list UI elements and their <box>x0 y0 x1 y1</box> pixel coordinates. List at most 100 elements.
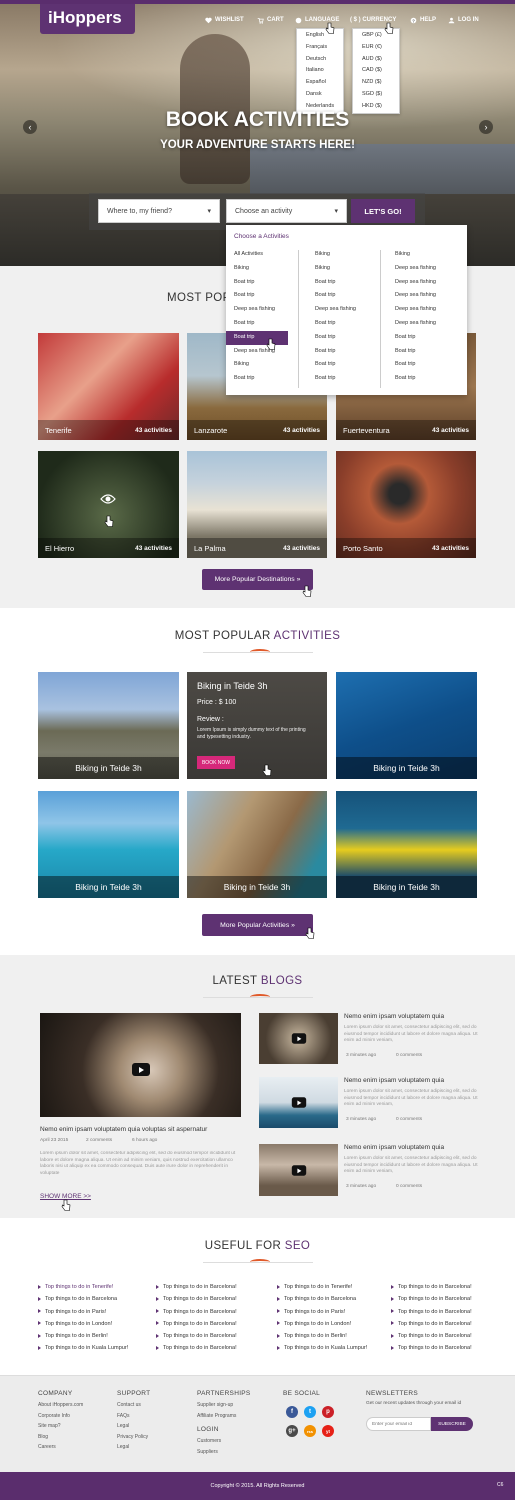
activity-option[interactable]: Boat trip <box>226 317 288 331</box>
footer-link[interactable]: Site map? <box>38 1421 83 1432</box>
language-option[interactable]: Deutsch <box>297 54 343 66</box>
seo-link[interactable]: Top things to do in Barcelona! <box>156 1318 237 1330</box>
currency-option[interactable]: EUR (€) <box>353 42 399 54</box>
activity-select[interactable]: Choose an activity ▾ <box>226 199 347 223</box>
activity-option[interactable]: Deep sea fishing <box>387 317 463 331</box>
seo-link[interactable]: Top things to do in Barcelona! <box>391 1330 472 1342</box>
activity-option[interactable]: Boat trip <box>226 372 288 386</box>
seo-link[interactable]: Top things to do in Barcelona! <box>391 1306 472 1318</box>
more-activities-button[interactable]: More Popular Activities » <box>202 914 313 936</box>
language-option[interactable]: English <box>297 30 343 42</box>
seo-link[interactable]: Top things to do in Barcelona! <box>391 1342 472 1354</box>
activity-option[interactable]: Biking <box>307 248 377 262</box>
seo-link[interactable]: Top things to do in Berlin! <box>277 1330 367 1342</box>
seo-link[interactable]: Top things to do in London! <box>38 1318 128 1330</box>
blog-comments[interactable]: 0 comments <box>396 1053 422 1058</box>
currency-option[interactable]: AUD ($) <box>353 54 399 66</box>
activity-option[interactable]: Boat trip <box>226 289 288 303</box>
footer-link[interactable]: Legal <box>117 1442 150 1453</box>
activity-option[interactable]: Biking <box>226 262 288 276</box>
footer-link[interactable]: Corporate Info <box>38 1411 83 1422</box>
activity-option[interactable]: Biking <box>226 358 288 372</box>
site-logo[interactable]: iHoppers <box>40 4 135 34</box>
footer-link[interactable]: Careers <box>38 1442 83 1453</box>
footer-link[interactable]: Affiliate Programs <box>197 1411 251 1422</box>
language-option[interactable]: Italiano <box>297 65 343 77</box>
activity-option[interactable]: Deep sea fishing <box>226 345 288 359</box>
activity-tile-hover[interactable]: Biking in Teide 3h Price : $ 100 Review … <box>187 672 327 779</box>
activity-option[interactable]: Boat trip <box>387 345 463 359</box>
seo-link[interactable]: Top things to do in Berlin! <box>38 1330 128 1342</box>
activity-option[interactable]: Boat trip <box>307 358 377 372</box>
pinterest-icon[interactable]: p <box>322 1406 334 1418</box>
footer-link[interactable]: Privacy Policy <box>117 1432 150 1443</box>
activity-tile[interactable]: Biking in Teide 3h <box>336 791 477 898</box>
activity-option-highlighted[interactable]: Boat trip <box>226 330 288 345</box>
activity-option[interactable]: Deep sea fishing <box>226 303 288 317</box>
seo-link[interactable]: Top things to do in Barcelona! <box>391 1293 472 1305</box>
activity-option[interactable]: All Activities <box>226 248 288 262</box>
play-icon[interactable] <box>291 1033 307 1044</box>
play-icon[interactable] <box>132 1063 150 1076</box>
seo-link[interactable]: Top things to do in Paris! <box>277 1306 367 1318</box>
nav-help[interactable]: ? HELP <box>410 14 436 26</box>
blog-comments[interactable]: 0 comments <box>396 1184 422 1189</box>
currency-option[interactable]: SGD ($) <box>353 89 399 101</box>
rss-icon[interactable]: rss <box>304 1425 316 1437</box>
footer-link[interactable]: FAQs <box>117 1411 150 1422</box>
footer-link[interactable]: Contact us <box>117 1400 150 1411</box>
featured-blog-comments[interactable]: 2 comments <box>86 1138 112 1143</box>
destination-tile[interactable]: El Hierro 43 activities <box>38 451 179 558</box>
blog-title[interactable]: Nemo enim ipsam voluptatem quia <box>344 1144 444 1151</box>
blog-title[interactable]: Nemo enim ipsam voluptatem quia <box>344 1013 444 1020</box>
seo-link[interactable]: Top things to do in Barcelona! <box>391 1318 472 1330</box>
language-option[interactable]: Français <box>297 42 343 54</box>
activity-option[interactable]: Biking <box>387 248 463 262</box>
activity-option[interactable]: Boat trip <box>387 358 463 372</box>
nav-wishlist[interactable]: WISHLIST <box>205 14 244 26</box>
footer-link[interactable]: Customers <box>197 1436 251 1447</box>
activity-option[interactable]: Deep sea fishing <box>307 303 377 317</box>
nav-cart[interactable]: CART <box>257 14 284 26</box>
featured-blog-title[interactable]: Nemo enim ipsam voluptatem quia voluptas… <box>40 1126 241 1133</box>
activity-option[interactable]: Boat trip <box>307 276 377 290</box>
seo-link[interactable]: Top things to do in Kuala Lumpur! <box>277 1342 367 1354</box>
seo-link[interactable]: Top things to do in Tenerife! <box>38 1281 128 1293</box>
more-destinations-button[interactable]: More Popular Destinations » <box>202 569 313 590</box>
seo-link[interactable]: Top things to do in Barcelona! <box>391 1281 472 1293</box>
blog-comments[interactable]: 0 comments <box>396 1117 422 1122</box>
footer-link[interactable]: About iHoppers.com <box>38 1400 83 1411</box>
seo-link[interactable]: Top things to do in Kuala Lumpur! <box>38 1342 128 1354</box>
footer-link[interactable]: Suppliers <box>197 1447 251 1458</box>
seo-link[interactable]: Top things to do in Barcelona! <box>156 1281 237 1293</box>
featured-blog-video[interactable] <box>40 1013 241 1117</box>
play-icon[interactable] <box>291 1165 307 1176</box>
seo-link[interactable]: Top things to do in London! <box>277 1318 367 1330</box>
newsletter-email-input[interactable] <box>366 1417 431 1431</box>
blog-thumbnail[interactable] <box>259 1077 338 1128</box>
twitter-icon[interactable]: t <box>304 1406 316 1418</box>
facebook-icon[interactable]: f <box>286 1406 298 1418</box>
destination-tile[interactable]: Tenerife 43 activities <box>38 333 179 440</box>
blog-thumbnail[interactable] <box>259 1144 338 1196</box>
activity-option[interactable]: Boat trip <box>307 372 377 386</box>
activity-option[interactable]: Deep sea fishing <box>387 303 463 317</box>
footer-link[interactable]: Blog <box>38 1432 83 1443</box>
language-option[interactable]: Español <box>297 77 343 89</box>
youtube-icon[interactable]: yt <box>322 1425 334 1437</box>
seo-link[interactable]: Top things to do in Barcelona! <box>156 1306 237 1318</box>
play-icon[interactable] <box>291 1097 307 1108</box>
subscribe-button[interactable]: SUBSCRIBE <box>431 1417 473 1431</box>
activity-option[interactable]: Deep sea fishing <box>387 276 463 290</box>
activity-option[interactable]: Boat trip <box>307 345 377 359</box>
activity-tile[interactable]: Biking in Teide 3h <box>336 672 477 779</box>
activity-option[interactable]: Boat trip <box>307 317 377 331</box>
activity-tile[interactable]: Biking in Teide 3h <box>38 672 179 779</box>
seo-link[interactable]: Top things to do in Paris! <box>38 1306 128 1318</box>
activity-tile[interactable]: Biking in Teide 3h <box>187 791 327 898</box>
language-option[interactable]: Dansk <box>297 89 343 101</box>
seo-link[interactable]: Top things to do in Barcelona! <box>156 1342 237 1354</box>
blog-title[interactable]: Nemo enim ipsam voluptatem quia <box>344 1077 444 1084</box>
destination-tile[interactable]: Porto Santo 43 activities <box>336 451 476 558</box>
activity-option[interactable]: Boat trip <box>226 276 288 290</box>
